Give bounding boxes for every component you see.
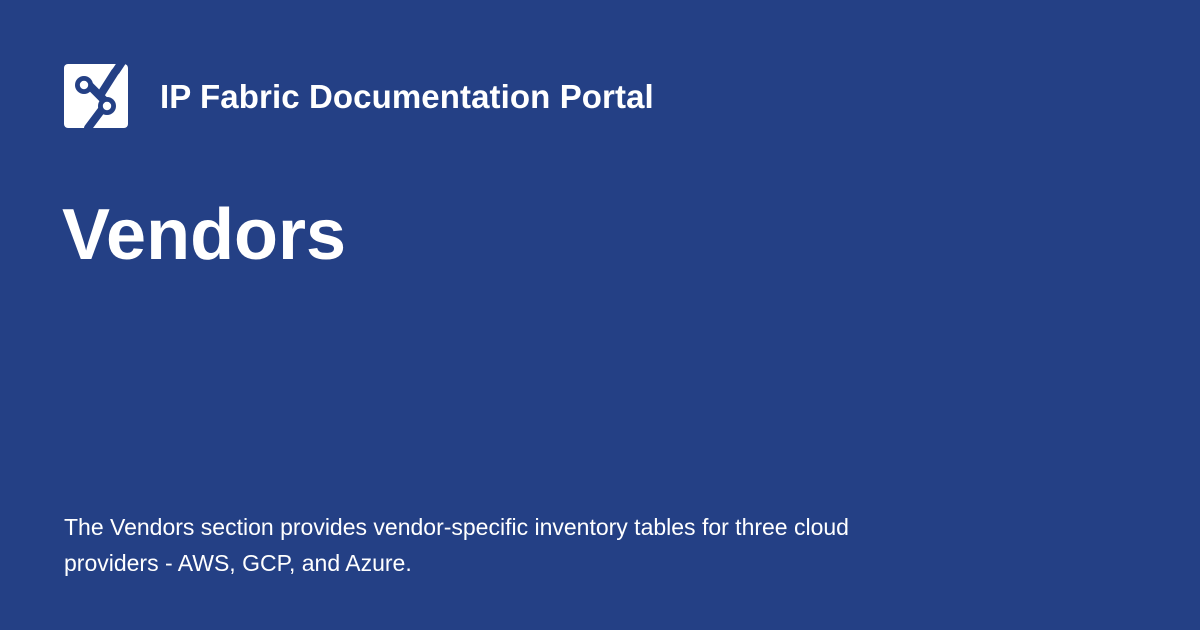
site-header: IP Fabric Documentation Portal [64,64,654,128]
site-title: IP Fabric Documentation Portal [160,77,654,115]
social-card: IP Fabric Documentation Portal Vendors T… [0,0,1200,630]
ip-fabric-logo-icon [64,64,128,128]
page-title: Vendors [62,195,347,275]
page-description: The Vendors section provides vendor-spec… [64,514,849,576]
